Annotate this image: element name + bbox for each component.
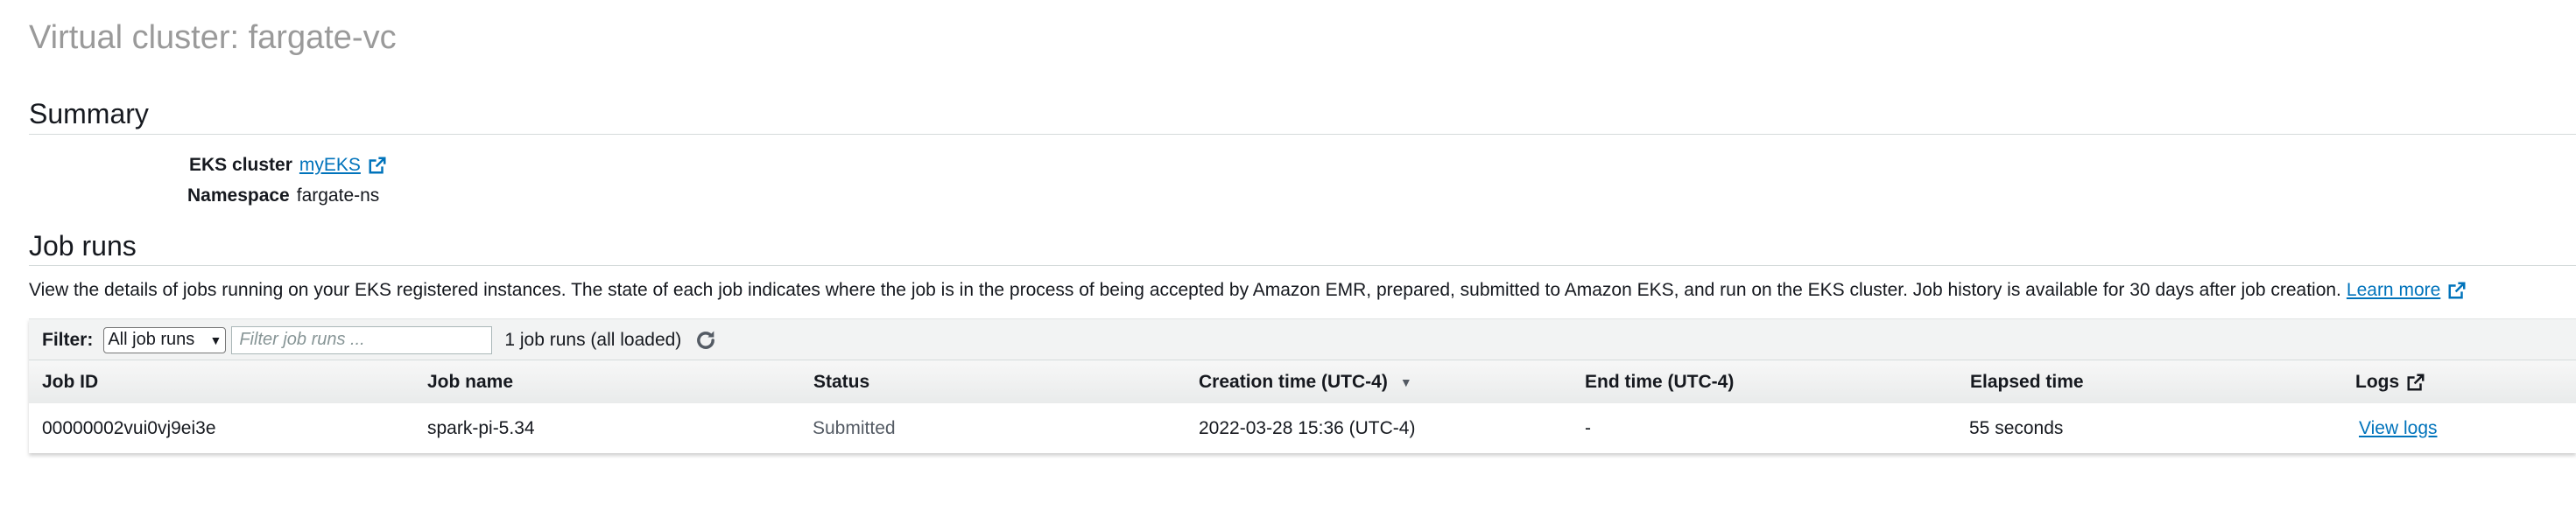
column-header-creation-time[interactable]: Creation time (UTC-4) ▼ (1199, 360, 1412, 403)
job-runs-heading: Job runs (29, 230, 137, 262)
cell-end-time: - (1585, 417, 1591, 438)
job-runs-divider (29, 265, 2576, 266)
namespace-value: fargate-ns (296, 185, 380, 206)
filter-job-runs-input[interactable]: Filter job runs ... (231, 325, 493, 354)
job-runs-table: Filter: All job runs ▼ Filter job runs .… (29, 318, 2576, 453)
column-header-job-name[interactable]: Job name (427, 360, 513, 403)
filter-label: Filter: (42, 329, 94, 350)
cell-job-name: spark-pi-5.34 (427, 417, 535, 438)
eks-cluster-row: EKS cluster myEKS (189, 155, 387, 176)
job-filter-select[interactable]: All job runs ▼ (103, 326, 227, 353)
table-header: Job ID Job name Status Creation time (UT… (29, 360, 2576, 404)
page: Virtual cluster: fargate-vc Summary EKS … (0, 0, 2576, 510)
column-header-logs-label: Logs (2355, 371, 2400, 392)
namespace-row: Namespace fargate-ns (187, 185, 379, 206)
namespace-label: Namespace (187, 185, 290, 206)
filter-bar: Filter: All job runs ▼ Filter job runs .… (29, 318, 2576, 360)
chevron-down-icon: ▼ (209, 332, 222, 347)
column-header-status[interactable]: Status (813, 360, 869, 403)
table-row[interactable]: 00000002vui0vj9ei3e spark-pi-5.34 Submit… (29, 403, 2576, 453)
column-header-elapsed-time[interactable]: Elapsed time (1970, 360, 2084, 403)
learn-more-link[interactable]: Learn more (2347, 280, 2440, 301)
sort-down-icon[interactable]: ▼ (1400, 375, 1412, 389)
cell-status: Submitted (813, 417, 896, 438)
external-link-icon[interactable] (2447, 281, 2467, 300)
summary-divider (29, 134, 2576, 135)
filter-job-runs-placeholder: Filter job runs ... (239, 330, 365, 349)
column-header-creation-time-label: Creation time (UTC-4) (1199, 371, 1388, 392)
summary-heading: Summary (29, 98, 149, 129)
job-runs-description-text: View the details of jobs running on your… (29, 280, 2341, 300)
refresh-icon[interactable] (693, 328, 718, 353)
job-filter-select-value: All job runs (108, 330, 195, 349)
column-header-job-id[interactable]: Job ID (42, 360, 98, 403)
job-runs-description: View the details of jobs running on your… (29, 280, 2467, 301)
cell-job-id: 00000002vui0vj9ei3e (42, 417, 216, 438)
external-link-icon (2406, 373, 2425, 392)
eks-cluster-link[interactable]: myEKS (299, 155, 361, 176)
eks-cluster-label: EKS cluster (189, 155, 292, 175)
column-header-end-time[interactable]: End time (UTC-4) (1585, 360, 1734, 403)
job-runs-count: 1 job runs (all loaded) (504, 329, 682, 350)
cell-logs: View logs (2359, 403, 2438, 453)
column-header-logs: Logs (2355, 360, 2425, 403)
cell-elapsed-time: 55 seconds (1969, 417, 2064, 438)
page-title: Virtual cluster: fargate-vc (29, 19, 397, 56)
cell-creation-time: 2022-03-28 15:36 (UTC-4) (1199, 417, 1416, 438)
external-link-icon[interactable] (368, 156, 387, 175)
view-logs-link[interactable]: View logs (2359, 418, 2438, 439)
